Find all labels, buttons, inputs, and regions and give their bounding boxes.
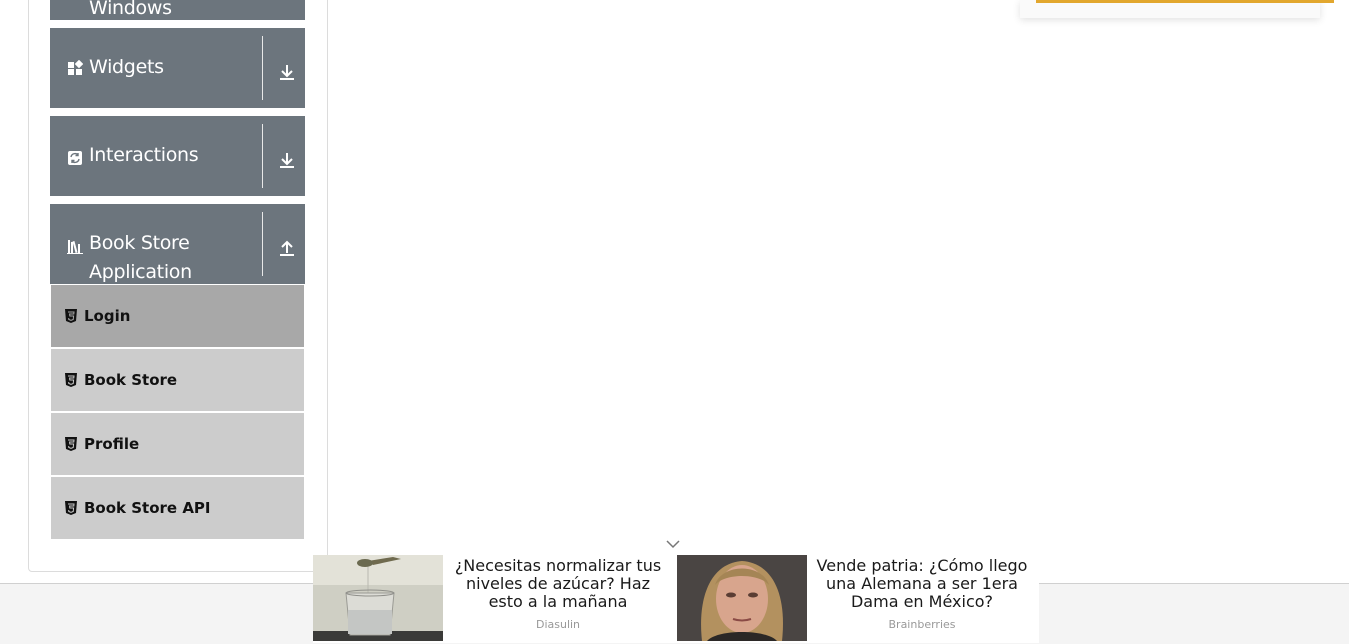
group-book-store-label-line2: Application <box>89 261 192 283</box>
menu-item-label: Login <box>84 307 131 325</box>
group-divider <box>262 36 263 100</box>
interactions-icon <box>68 151 82 165</box>
ad-item[interactable]: Vende patria: ¿Cómo llego una Alemana a … <box>677 555 1040 643</box>
download-icon[interactable] <box>277 62 297 82</box>
ad-image-water-glass[interactable] <box>313 555 443 641</box>
menu-item-login[interactable]: Login <box>51 285 304 347</box>
group-interactions[interactable]: Interactions <box>50 116 305 196</box>
books-icon <box>67 240 83 254</box>
group-windows-label: Windows <box>89 0 172 19</box>
menu-item-profile[interactable]: Profile <box>51 413 304 475</box>
upload-icon[interactable] <box>277 237 297 257</box>
ad-headline[interactable]: Vende patria: ¿Cómo llego una Alemana a … <box>811 557 1033 611</box>
group-widgets-label: Widgets <box>89 56 164 78</box>
menu-item-book-store[interactable]: Book Store <box>51 349 304 411</box>
group-interactions-label: Interactions <box>89 144 199 166</box>
download-icon[interactable] <box>277 150 297 170</box>
group-divider <box>262 212 263 276</box>
menu-item-label: Book Store <box>84 371 178 389</box>
ad-banner: ¿Necesitas normalizar tus niveles de azú… <box>313 555 1039 643</box>
group-book-store-application[interactable]: Book Store Application <box>50 204 305 284</box>
widgets-icon <box>68 60 83 75</box>
top-right-card <box>1020 0 1334 18</box>
html5-icon <box>65 437 77 451</box>
menu-item-label: Book Store API <box>84 499 211 517</box>
chevron-down-icon[interactable] <box>665 538 681 550</box>
ad-image-portrait[interactable] <box>677 555 807 641</box>
scrollbar[interactable] <box>1349 0 1366 643</box>
group-windows[interactable]: Windows <box>50 0 305 20</box>
accent-bar <box>1036 0 1334 3</box>
html5-icon <box>65 309 77 323</box>
ad-item[interactable]: ¿Necesitas normalizar tus niveles de azú… <box>313 555 676 643</box>
html5-icon <box>65 373 77 387</box>
html5-icon <box>65 501 77 515</box>
group-divider <box>262 124 263 188</box>
ad-source: Brainberries <box>888 618 956 631</box>
menu-item-book-store-api[interactable]: Book Store API <box>51 477 304 539</box>
group-widgets[interactable]: Widgets <box>50 28 305 108</box>
menu-item-label: Profile <box>84 435 140 453</box>
ad-source: Diasulin <box>535 618 581 631</box>
group-book-store-label: Book Store <box>89 232 190 254</box>
ad-headline[interactable]: ¿Necesitas normalizar tus niveles de azú… <box>447 557 669 611</box>
